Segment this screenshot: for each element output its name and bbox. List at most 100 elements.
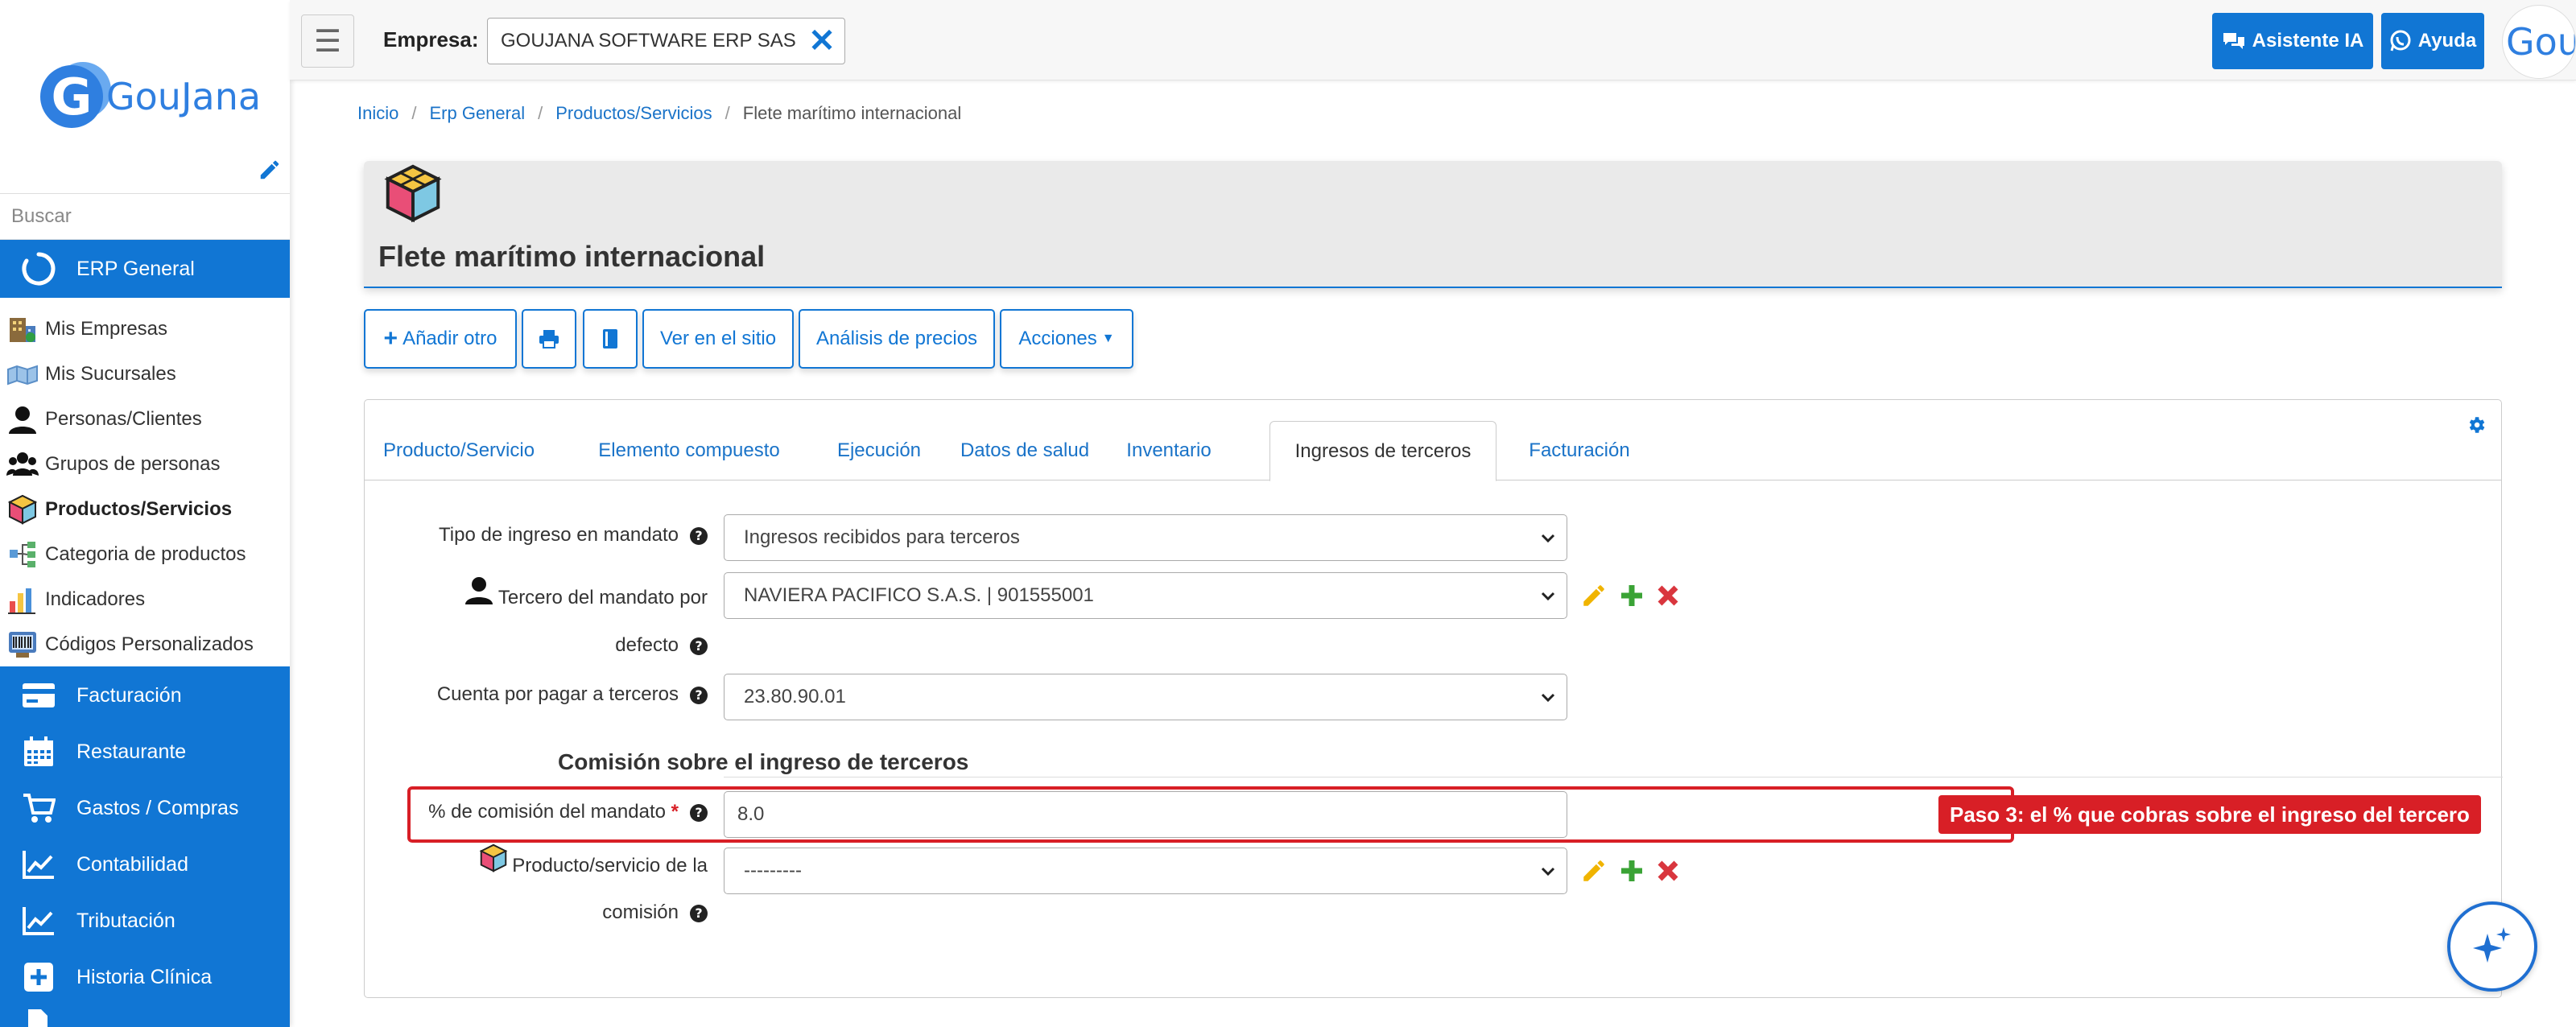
building-icon	[0, 313, 45, 345]
sidebar-item-mis-empresas[interactable]: Mis Empresas	[0, 307, 290, 352]
producto-comision-label-row: Producto/servicio de la comisión?	[413, 843, 708, 935]
empresa-select[interactable]: GOUJANA SOFTWARE ERP SAS ✕	[487, 18, 845, 64]
cuenta-value: 23.80.90.01	[744, 686, 846, 707]
edit-pencil-icon[interactable]	[1580, 857, 1608, 885]
sidebar-group-partial[interactable]	[0, 1004, 290, 1027]
add-other-button[interactable]: + Añadir otro	[364, 309, 517, 369]
tercero-select[interactable]: NAVIERA PACIFICO S.A.S. | 901555001	[724, 572, 1567, 619]
avatar-text: Gou	[2506, 20, 2576, 64]
tab-datos-salud[interactable]: Datos de salud	[949, 421, 1100, 481]
sidebar-item-productos-servicios[interactable]: Productos/Servicios	[0, 487, 290, 532]
sidebar-group-label: Contabilidad	[76, 852, 188, 876]
sidebar-item-codigos-personalizados[interactable]: Códigos Personalizados	[0, 622, 290, 667]
sidebar-search-input[interactable]	[11, 205, 279, 228]
credit-card-icon	[0, 682, 76, 709]
sidebar-item-personas-clientes[interactable]: Personas/Clientes	[0, 397, 290, 442]
sidebar-item-grupos-personas[interactable]: Grupos de personas	[0, 442, 290, 487]
sidebar-group-facturacion[interactable]: Facturación	[0, 666, 290, 724]
add-plus-icon[interactable]	[1619, 858, 1645, 884]
tab-bar: Producto/Servicio Elemento compuesto Eje…	[365, 421, 2501, 481]
sidebar-group-tributacion[interactable]: Tributación	[0, 892, 290, 950]
analisis-precios-label: Análisis de precios	[815, 328, 978, 349]
sidebar-item-label: Mis Sucursales	[45, 363, 176, 385]
cube-icon	[478, 843, 509, 890]
sidebar-item-label: Personas/Clientes	[45, 408, 202, 430]
hamburger-menu-icon[interactable]: ☰	[301, 14, 354, 68]
asistente-ia-button[interactable]: Asistente IA	[2212, 13, 2373, 69]
line-chart-icon	[0, 849, 76, 880]
book-button[interactable]	[583, 309, 638, 369]
sidebar-group-restaurante[interactable]: Restaurante	[0, 723, 290, 781]
form-card: Producto/Servicio Elemento compuesto Eje…	[364, 399, 2503, 998]
sidebar-group-gastos-compras[interactable]: Gastos / Compras	[0, 779, 290, 837]
sidebar-item-categoria-productos[interactable]: Categoria de productos	[0, 532, 290, 577]
remove-x-icon[interactable]	[1656, 584, 1680, 608]
tercero-label-2: defecto	[615, 634, 679, 656]
question-circle-icon[interactable]: ?	[690, 526, 708, 545]
tutorial-callout: Paso 3: el % que cobras sobre el ingreso…	[1938, 795, 2481, 834]
tab-inventario[interactable]: Inventario	[1115, 421, 1223, 481]
ayuda-label: Ayuda	[2417, 30, 2477, 52]
barcode-icon	[0, 629, 45, 661]
sidebar-group-contabilidad[interactable]: Contabilidad	[0, 835, 290, 893]
producto-label-1: Producto/servicio de la	[512, 854, 708, 876]
breadcrumb-inicio[interactable]: Inicio	[357, 103, 398, 124]
sidebar-item-label: Mis Empresas	[45, 318, 168, 340]
chevron-down-icon	[1541, 867, 1555, 876]
tab-ingresos-terceros[interactable]: Ingresos de terceros	[1269, 421, 1496, 481]
book-icon	[603, 329, 617, 349]
empresa-label: Empresa:	[383, 27, 479, 52]
question-circle-icon[interactable]: ?	[690, 904, 708, 922]
cuenta-label-row: Cuenta por pagar a terceros?	[381, 683, 708, 706]
highlight-box	[407, 786, 2014, 843]
ayuda-button[interactable]: Ayuda	[2381, 13, 2484, 69]
bar-chart-icon	[0, 584, 45, 616]
analisis-precios-button[interactable]: Análisis de precios	[799, 309, 995, 369]
sidebar-item-indicadores[interactable]: Indicadores	[0, 577, 290, 622]
sidebar-item-mis-sucursales[interactable]: Mis Sucursales	[0, 352, 290, 397]
add-plus-icon[interactable]	[1619, 583, 1645, 608]
remove-x-icon[interactable]	[1656, 859, 1680, 883]
sidebar-item-label: Productos/Servicios	[45, 498, 233, 520]
breadcrumb-current: Flete marítimo internacional	[742, 103, 962, 123]
question-circle-icon[interactable]: ?	[690, 637, 708, 655]
ver-en-sitio-label: Ver en el sitio	[659, 328, 777, 349]
users-icon	[0, 448, 45, 481]
whatsapp-icon	[2390, 30, 2411, 52]
tercero-actions	[1580, 572, 1680, 619]
comments-icon	[2223, 33, 2244, 49]
breadcrumb-erp-general[interactable]: Erp General	[429, 103, 525, 124]
sidebar-group-erp-general[interactable]: ERP General	[0, 240, 290, 298]
acciones-dropdown[interactable]: Acciones ▼	[1000, 309, 1133, 369]
ver-en-sitio-button[interactable]: Ver en el sitio	[642, 309, 794, 369]
tab-producto-servicio[interactable]: Producto/Servicio	[376, 421, 542, 481]
tipo-ingreso-select[interactable]: Ingresos recibidos para terceros	[724, 514, 1567, 561]
clear-icon[interactable]: ✕	[806, 23, 838, 59]
cube-icon	[0, 493, 45, 526]
pencil-icon[interactable]	[258, 158, 282, 182]
producto-comision-select[interactable]: ---------	[724, 848, 1567, 894]
sidebar: G GouJana ERP General Mis Empresas Mis S…	[0, 0, 290, 1027]
sidebar-search	[0, 193, 290, 240]
breadcrumb-productos-servicios[interactable]: Productos/Servicios	[555, 103, 712, 124]
avatar[interactable]: Gou	[2502, 5, 2576, 79]
map-icon	[0, 358, 45, 390]
cuenta-select[interactable]: 23.80.90.01	[724, 674, 1567, 720]
tab-elemento-compuesto[interactable]: Elemento compuesto	[571, 421, 807, 481]
tipo-ingreso-label: Tipo de ingreso en mandato	[439, 524, 679, 546]
empresa-value: GOUJANA SOFTWARE ERP SAS	[501, 30, 796, 52]
print-button[interactable]	[522, 309, 576, 369]
chevron-down-icon	[1541, 592, 1555, 601]
sidebar-group-label: Facturación	[76, 683, 182, 707]
sidebar-group-historia-clinica[interactable]: Historia Clínica	[0, 948, 290, 1006]
goujana-logo[interactable]: G GouJana	[40, 63, 261, 130]
edit-pencil-icon[interactable]	[1580, 582, 1608, 609]
tab-facturacion[interactable]: Facturación	[1511, 421, 1648, 481]
tab-ejecucion[interactable]: Ejecución	[824, 421, 935, 481]
sidebar-group-label: Restaurante	[76, 740, 187, 763]
question-circle-icon[interactable]: ?	[690, 686, 708, 704]
file-icon	[0, 1004, 76, 1027]
tercero-value: NAVIERA PACIFICO S.A.S. | 901555001	[744, 584, 1094, 606]
section-title: Comisión sobre el ingreso de terceros	[558, 749, 969, 774]
ai-assistant-fab[interactable]	[2447, 901, 2537, 992]
